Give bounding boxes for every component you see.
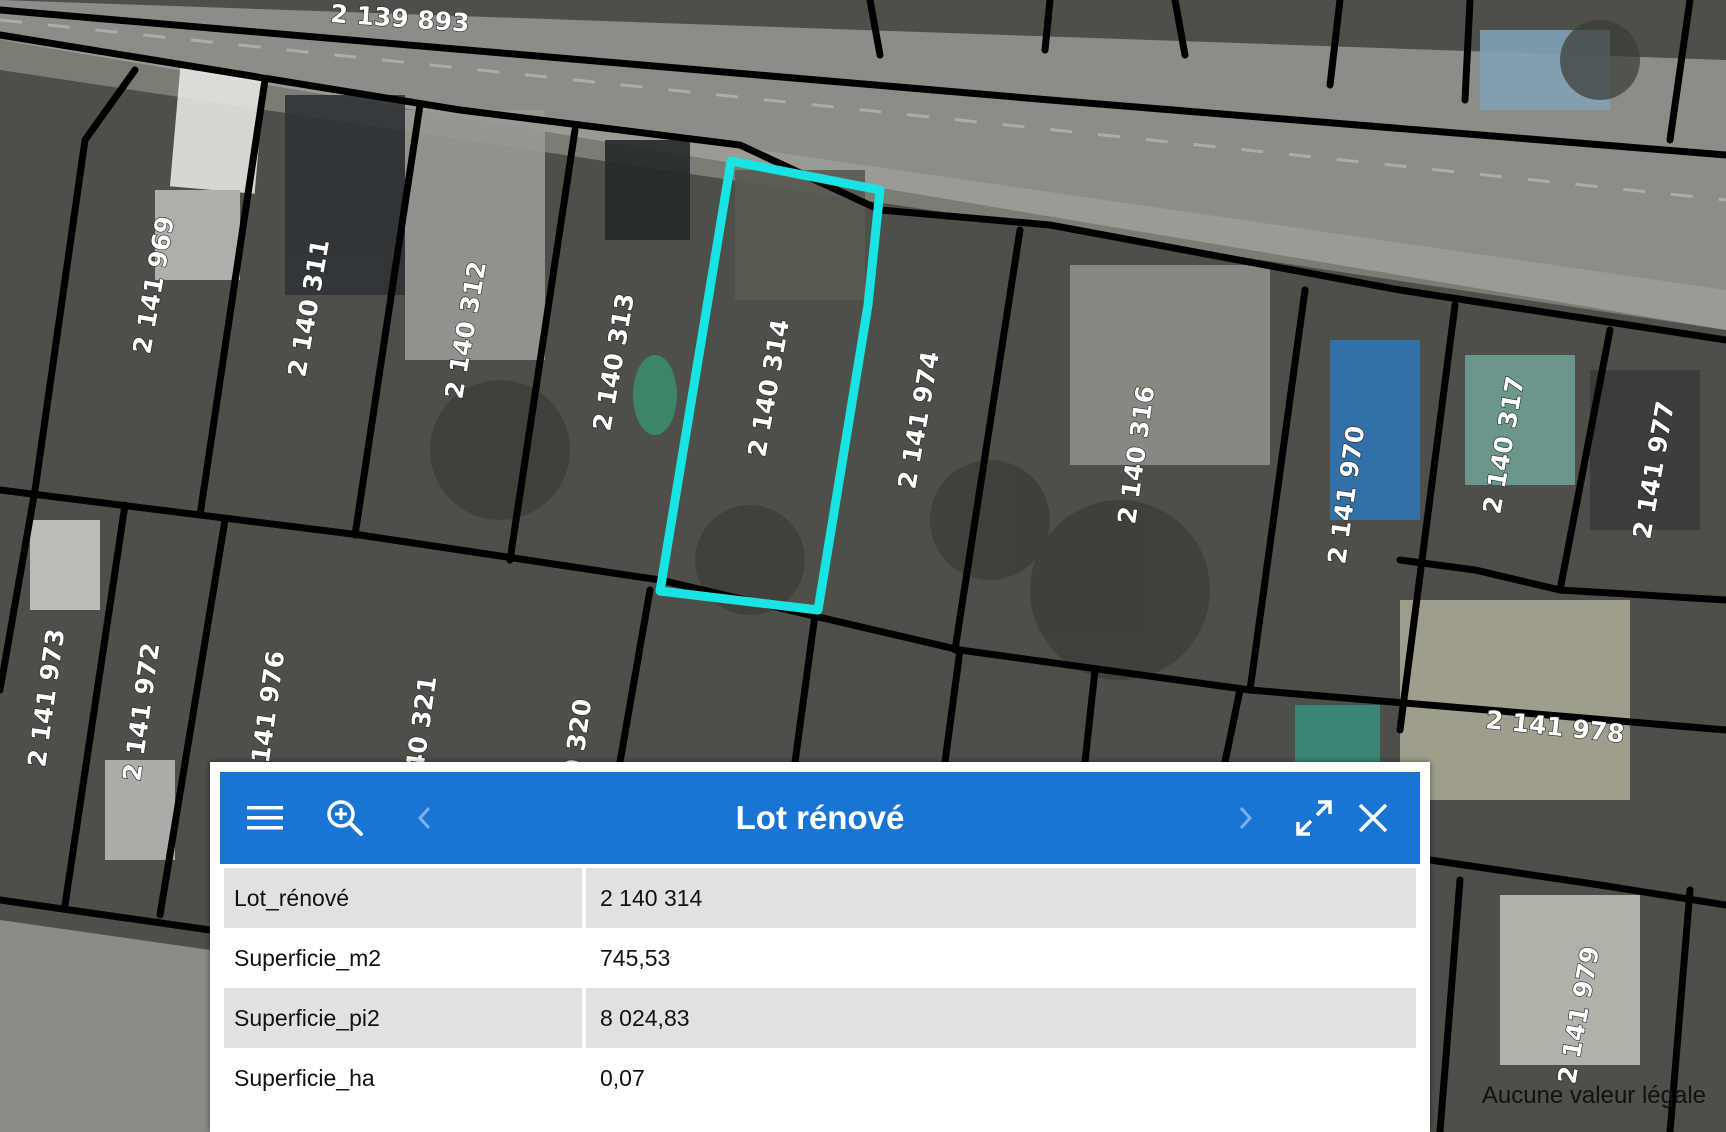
table-row: Superficie_pi2 8 024,83 (224, 988, 1416, 1048)
chevron-right-icon (1239, 806, 1253, 830)
attribute-value: 745,53 (600, 944, 671, 971)
zoom-in-icon (327, 800, 363, 836)
popup-header: Lot rénové (220, 772, 1420, 864)
attribute-name: Superficie_ha (224, 1048, 586, 1108)
attribute-value: 2 140 314 (586, 868, 1416, 928)
attribute-name: Lot_rénové (224, 868, 586, 928)
expand-button[interactable] (1289, 793, 1339, 843)
close-button[interactable] (1348, 793, 1398, 843)
table-row: Lot_rénové 2 140 314 (224, 868, 1416, 928)
expand-icon (1296, 800, 1332, 836)
lot-info-popup: Lot rénové Lot_rénové 2 140 314 Superfic… (210, 762, 1430, 1132)
attribute-table: Lot_rénové 2 140 314 Superficie_m2 745,5… (224, 868, 1416, 1108)
close-icon (1358, 803, 1388, 833)
next-button[interactable] (1220, 793, 1270, 843)
menu-icon (247, 806, 283, 830)
zoom-to-button[interactable] (320, 793, 370, 843)
table-row: Superficie_ha 0,07 (224, 1048, 1416, 1108)
attribute-value: 0,07 (600, 1064, 645, 1091)
table-row: Superficie_m2 745,53 (224, 928, 1416, 988)
chevron-left-icon (417, 806, 431, 830)
side-street (0, 920, 210, 1132)
attribute-name: Superficie_pi2 (224, 988, 586, 1048)
previous-button[interactable] (400, 793, 450, 843)
attribute-value: 8 024,83 (586, 988, 1416, 1048)
legal-disclaimer: Aucune valeur légale (1481, 1082, 1706, 1109)
attribute-name: Superficie_m2 (224, 928, 586, 988)
menu-button[interactable] (240, 793, 290, 843)
